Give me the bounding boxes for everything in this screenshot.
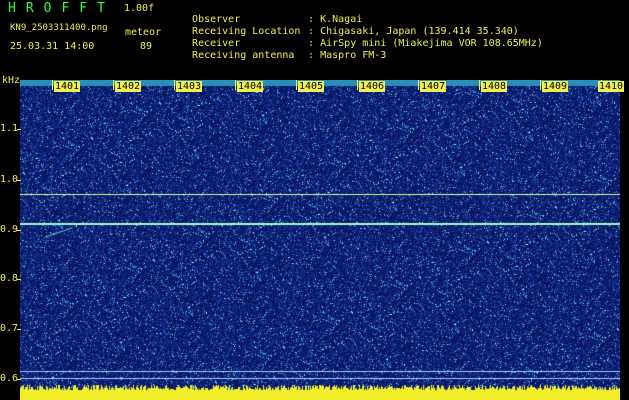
time-label: 1402 [115,81,142,92]
time-label: 1408 [481,81,508,92]
time-tick [113,80,114,90]
freq-tick [17,329,21,330]
mode-label: meteor [125,27,162,38]
time-label: 1405 [298,81,325,92]
echo-count: 89 [140,41,153,52]
time-tick [296,80,297,90]
datetime: 25.03.31 14:00 [10,41,95,52]
time-label: 1410 [598,81,625,92]
time-tick [235,80,236,90]
freq-label: 1.0 [0,174,19,185]
time-tick [418,80,419,90]
time-label: 1406 [359,81,386,92]
freq-label: 0.7 [0,323,19,334]
spectrogram-waterfall [20,80,620,400]
file-name: KN9_2503311400.png [10,23,108,33]
time-label: 1401 [54,81,81,92]
time-tick [174,80,175,90]
freq-label: 0.9 [0,224,19,235]
freq-label: 0.8 [0,273,19,284]
freq-tick [17,279,21,280]
time-label: 1409 [542,81,569,92]
freq-tick [17,180,21,181]
freq-label: 0.6 [0,373,19,384]
time-tick [540,80,541,90]
freq-tick [17,379,21,380]
time-label: 1404 [237,81,264,92]
app-version: 1.00f [124,3,155,14]
info-row-antenna: Receiving antenna: Maspro FM-3 [192,50,387,61]
frequency-unit-label: kHz [2,75,21,86]
time-tick [357,80,358,90]
freq-tick [17,230,21,231]
app-title: HROFFT [8,1,115,16]
info-value: Maspro FM-3 [320,50,387,61]
time-label: 1403 [176,81,203,92]
freq-tick [17,129,21,130]
time-tick [479,80,480,90]
time-tick [52,80,53,90]
info-key: Receiving antenna [192,50,295,61]
time-label: 1407 [420,81,447,92]
freq-label: 1.1 [0,123,19,134]
